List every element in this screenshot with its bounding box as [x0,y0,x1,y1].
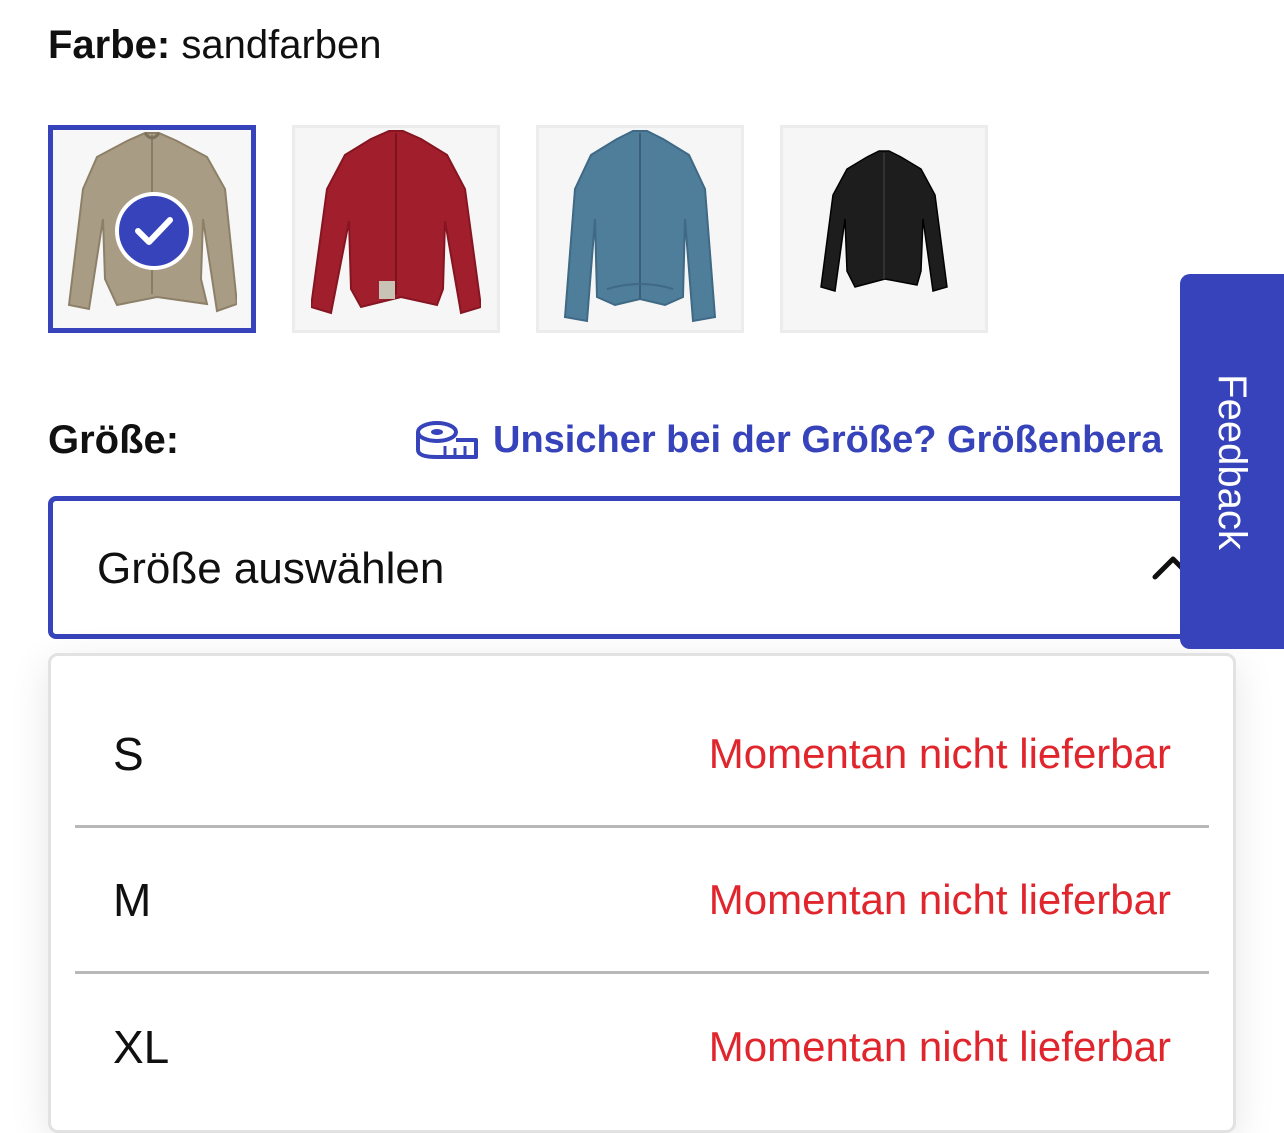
size-option-label: S [113,728,144,780]
jersey-image-black [820,150,948,292]
size-guide-text: Unsicher bei der Größe? Größenbera [493,419,1163,461]
size-select[interactable]: Größe auswählen [48,496,1236,639]
color-value: sandfarben [181,23,382,67]
color-line: Farbe: sandfarben [48,20,382,70]
size-guide-link[interactable]: Unsicher bei der Größe? Größenbera [415,415,1162,465]
measuring-tape-icon [416,421,478,459]
color-swatch-black[interactable] [780,125,988,333]
size-option-m[interactable]: M Momentan nicht lieferbar [75,826,1209,972]
size-option-label: XL [113,1021,170,1073]
selected-check-icon [115,192,193,270]
feedback-tab[interactable]: Feedback [1180,274,1284,649]
size-select-placeholder: Größe auswählen [97,544,445,593]
size-option-s[interactable]: S Momentan nicht lieferbar [75,680,1209,826]
availability-status: Momentan nicht lieferbar [708,876,1171,923]
size-dropdown-list: S Momentan nicht lieferbar M Momentan ni… [48,653,1236,1133]
jersey-image-blue [563,130,717,323]
availability-status: Momentan nicht lieferbar [708,730,1171,777]
feedback-label: Feedback [1210,373,1254,550]
color-swatch-red[interactable] [292,125,500,333]
color-swatch-sand[interactable] [48,125,256,333]
availability-status: Momentan nicht lieferbar [708,1023,1171,1070]
color-label: Farbe: [48,23,171,67]
size-option-xl[interactable]: XL Momentan nicht lieferbar [75,973,1209,1119]
size-label: Größe: [48,418,180,462]
jersey-image-red [311,130,481,315]
color-swatch-blue[interactable] [536,125,744,333]
color-swatches [48,125,988,333]
size-option-label: M [113,874,152,926]
